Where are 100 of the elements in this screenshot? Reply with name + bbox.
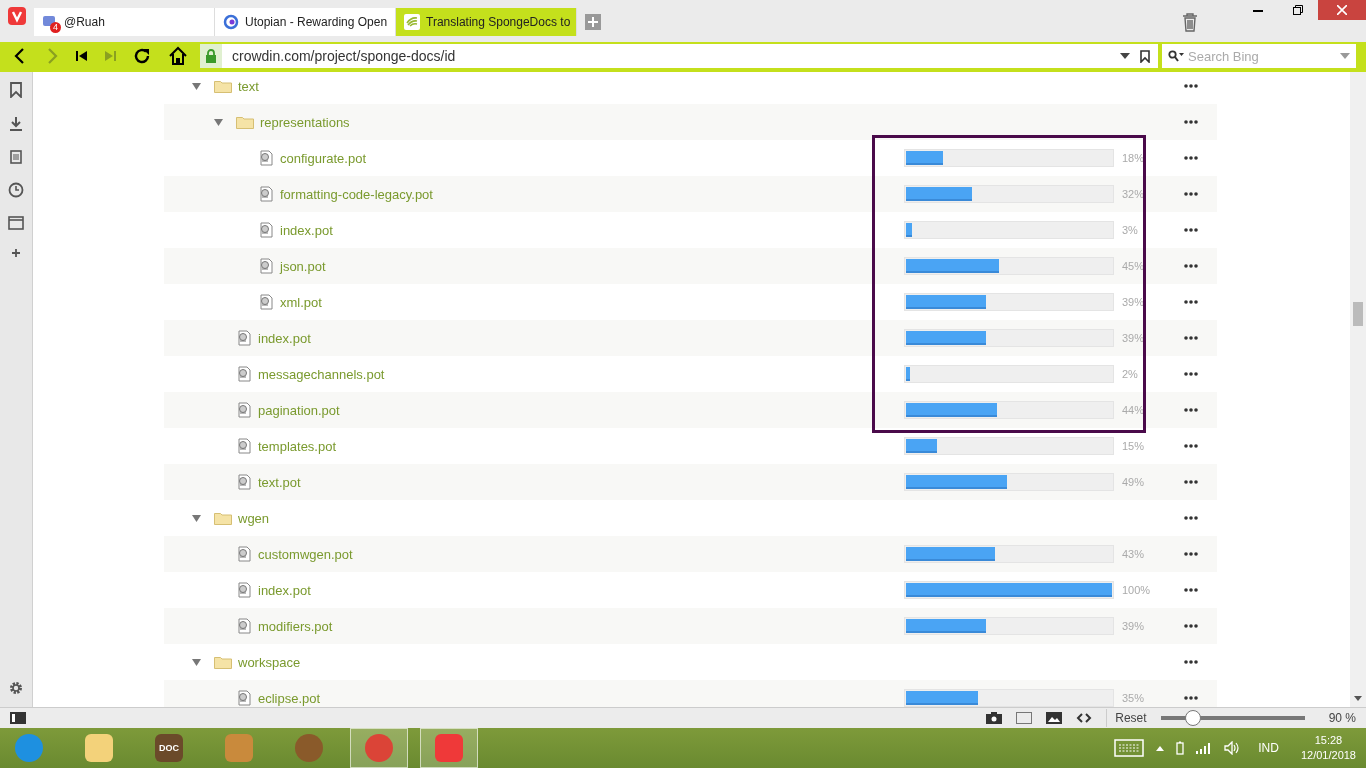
- more-options-icon[interactable]: [1184, 336, 1198, 340]
- expand-caret-icon[interactable]: [214, 117, 223, 127]
- more-options-icon[interactable]: [1184, 516, 1198, 520]
- expand-caret-icon[interactable]: [192, 81, 201, 91]
- clock-time[interactable]: 15:28: [1314, 733, 1343, 748]
- bookmark-icon[interactable]: [10, 82, 22, 98]
- more-options-icon[interactable]: [1184, 84, 1198, 88]
- slider-thumb[interactable]: [1185, 710, 1202, 726]
- camera-icon[interactable]: [986, 712, 1003, 724]
- browser-tab[interactable]: Translating SpongeDocs to: [396, 8, 577, 36]
- folder-icon: [236, 115, 254, 129]
- browser-tab[interactable]: 4 @Ruah: [34, 8, 215, 36]
- new-tab-button[interactable]: [585, 14, 601, 30]
- file-icon: [236, 546, 252, 562]
- dropdown-caret-icon[interactable]: [1120, 53, 1130, 59]
- volume-icon[interactable]: [1224, 741, 1241, 755]
- more-options-icon[interactable]: [1184, 300, 1198, 304]
- file-tree-row[interactable]: modifiers.pot 39%: [164, 608, 1217, 644]
- more-options-icon[interactable]: [1184, 228, 1198, 232]
- panel-toggle-icon[interactable]: [10, 712, 26, 724]
- file-name[interactable]: customwgen.pot: [258, 546, 353, 562]
- signal-icon[interactable]: [1196, 742, 1213, 754]
- rewind-icon[interactable]: [76, 50, 88, 62]
- add-panel-icon[interactable]: [11, 248, 21, 258]
- window-icon[interactable]: [1016, 712, 1033, 724]
- file-tree-row[interactable]: formatting-code-legacy.pot 32%: [164, 176, 1217, 212]
- search-input[interactable]: Search Bing: [1188, 48, 1336, 64]
- file-name[interactable]: formatting-code-legacy.pot: [280, 186, 433, 202]
- file-name[interactable]: json.pot: [280, 258, 326, 274]
- more-options-icon[interactable]: [1184, 264, 1198, 268]
- download-icon[interactable]: [9, 116, 23, 132]
- progress-percent: 32%: [1121, 188, 1146, 200]
- file-name[interactable]: xml.pot: [280, 294, 322, 310]
- file-name[interactable]: configurate.pot: [280, 150, 366, 166]
- file-name[interactable]: representations: [260, 114, 350, 130]
- taskbar-app[interactable]: [420, 728, 478, 768]
- file-icon: [236, 474, 252, 490]
- address-field[interactable]: crowdin.com/project/sponge-docs/id: [200, 44, 1158, 68]
- scrollbar-thumb[interactable]: [1353, 302, 1363, 326]
- more-options-icon[interactable]: [1184, 696, 1198, 700]
- settings-icon[interactable]: [9, 681, 23, 695]
- file-tree-row[interactable]: representations: [164, 104, 1217, 140]
- show-hidden-icons-icon[interactable]: [1156, 745, 1165, 751]
- folder-icon: [214, 511, 232, 525]
- scroll-down-icon[interactable]: [1354, 696, 1362, 701]
- keyboard-icon[interactable]: [1114, 739, 1145, 757]
- expand-caret-icon[interactable]: [192, 513, 201, 523]
- file-icon: [236, 366, 252, 382]
- input-language[interactable]: IND: [1258, 741, 1279, 755]
- more-options-icon[interactable]: [1184, 552, 1198, 556]
- browser-tab[interactable]: Utopian - Rewarding Open: [215, 8, 396, 36]
- notification-badge: 4: [50, 22, 61, 33]
- file-name[interactable]: text: [238, 78, 259, 94]
- more-options-icon[interactable]: [1184, 408, 1198, 412]
- search-box[interactable]: Search Bing: [1162, 44, 1356, 68]
- close-button[interactable]: [1318, 0, 1366, 20]
- file-tree-row[interactable]: json.pot 45%: [164, 248, 1217, 284]
- image-icon[interactable]: [1046, 712, 1063, 724]
- file-name[interactable]: eclipse.pot: [258, 690, 321, 706]
- more-options-icon[interactable]: [1184, 480, 1198, 484]
- vivaldi-menu-icon[interactable]: [8, 7, 26, 25]
- file-name[interactable]: index.pot: [258, 582, 311, 598]
- file-name[interactable]: pagination.pot: [258, 402, 340, 418]
- file-name[interactable]: index.pot: [280, 222, 333, 238]
- history-icon[interactable]: [8, 182, 24, 198]
- file-name[interactable]: templates.pot: [258, 438, 337, 454]
- more-options-icon[interactable]: [1184, 624, 1198, 628]
- more-options-icon[interactable]: [1184, 444, 1198, 448]
- taskbar-app[interactable]: DOC: [140, 728, 198, 768]
- file-icon: [236, 618, 252, 634]
- code-icon[interactable]: [1076, 713, 1093, 723]
- file-name[interactable]: wgen: [238, 510, 270, 526]
- more-options-icon[interactable]: [1184, 192, 1198, 196]
- app-icon: [225, 734, 253, 762]
- file-tree-row[interactable]: index.pot 39%: [164, 320, 1217, 356]
- more-options-icon[interactable]: [1184, 588, 1198, 592]
- trash-icon[interactable]: [1182, 12, 1198, 32]
- file-tree-row[interactable]: eclipse.pot 35%: [164, 680, 1217, 707]
- file-name[interactable]: modifiers.pot: [258, 618, 333, 634]
- expand-caret-icon[interactable]: [192, 657, 201, 667]
- home-icon[interactable]: [168, 46, 188, 66]
- more-options-icon[interactable]: [1184, 660, 1198, 664]
- file-tree-row[interactable]: customwgen.pot 43%: [164, 536, 1217, 572]
- more-options-icon[interactable]: [1184, 120, 1198, 124]
- file-tree-row[interactable]: text.pot 49%: [164, 464, 1217, 500]
- taskbar-app[interactable]: [350, 728, 408, 768]
- file-name[interactable]: text.pot: [258, 474, 301, 490]
- bookmark-icon[interactable]: [1140, 49, 1150, 63]
- reload-icon[interactable]: [132, 46, 152, 66]
- file-name[interactable]: messagechannels.pot: [258, 366, 385, 382]
- more-options-icon[interactable]: [1184, 156, 1198, 160]
- file-icon: [236, 402, 252, 418]
- clock-date[interactable]: 12/01/2018: [1300, 748, 1356, 763]
- file-name[interactable]: index.pot: [258, 330, 311, 346]
- notes-icon[interactable]: [10, 150, 22, 164]
- reset-zoom-link[interactable]: Reset: [1115, 711, 1147, 725]
- battery-icon[interactable]: [1176, 741, 1185, 755]
- more-options-icon[interactable]: [1184, 372, 1198, 376]
- file-name[interactable]: workspace: [238, 654, 301, 670]
- window-icon[interactable]: [8, 216, 24, 230]
